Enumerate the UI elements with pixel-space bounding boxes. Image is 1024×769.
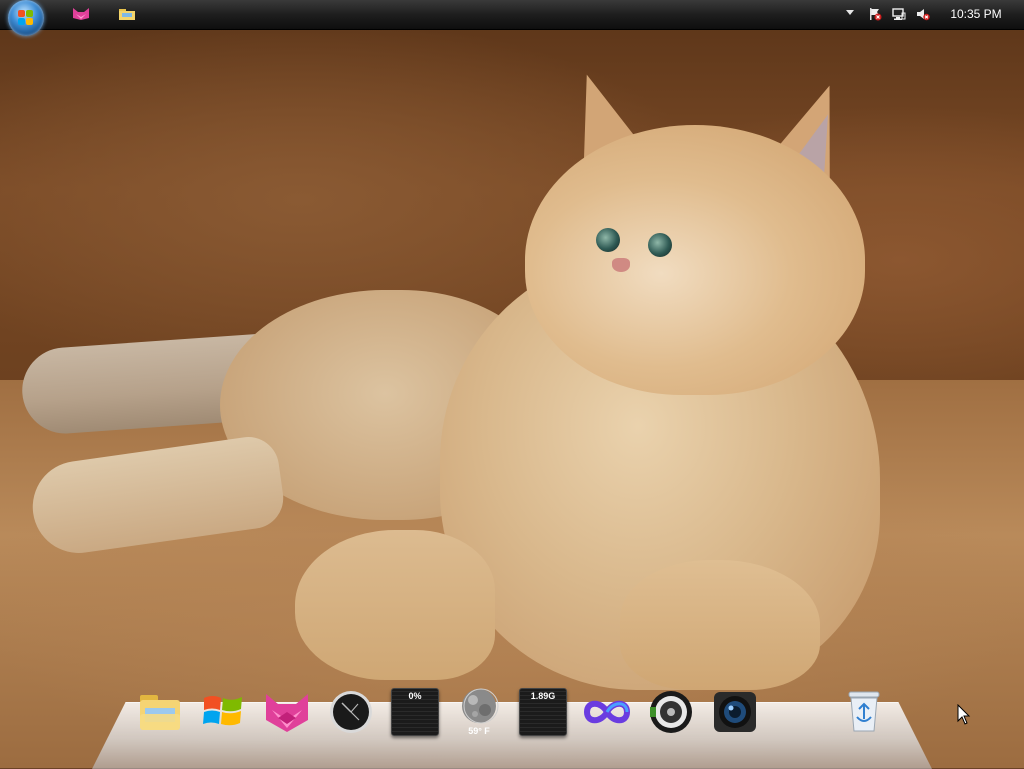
- taskbar: 10:35 PM: [0, 0, 1024, 36]
- camera-lens-icon: [714, 692, 756, 732]
- show-hidden-icons-chevron[interactable]: [846, 10, 854, 15]
- speaker-icon: [650, 691, 692, 733]
- taskbar-cat-app[interactable]: [72, 7, 90, 21]
- network-icon[interactable]: [892, 7, 906, 21]
- moon-weather-icon: [462, 688, 499, 724]
- memory-meter-label: 1.89G: [530, 691, 556, 701]
- dock-item-weather[interactable]: 59° F: [455, 688, 503, 736]
- dock-item-windows[interactable]: [199, 688, 247, 736]
- windows-logo-icon: [18, 10, 34, 26]
- cpu-meter-label: 0%: [408, 691, 422, 701]
- weather-temperature-label: 59° F: [468, 726, 490, 736]
- cat-front-paw: [295, 530, 495, 680]
- cat-nose: [612, 258, 630, 272]
- analog-clock-icon: [330, 691, 372, 733]
- folder-icon: [119, 9, 135, 20]
- cat-front-paw: [620, 560, 820, 690]
- action-center-flag-icon[interactable]: [868, 7, 882, 21]
- dock-item-camera[interactable]: [711, 688, 759, 736]
- pink-cat-icon: [266, 694, 308, 732]
- cpu-meter-icon: 0%: [391, 688, 439, 736]
- dock-item-cat-app[interactable]: [263, 688, 311, 736]
- recycle-bin-icon: [848, 691, 880, 732]
- dock-item-clock[interactable]: [327, 688, 375, 736]
- taskbar-windows-explorer[interactable]: [118, 7, 136, 21]
- cat-head: [525, 125, 865, 395]
- dock-item-cpu-meter[interactable]: 0%: [391, 688, 439, 736]
- pink-cat-icon: [73, 8, 89, 20]
- start-button[interactable]: [8, 0, 44, 36]
- volume-muted-icon[interactable]: [916, 7, 930, 21]
- dock-item-recycle-bin[interactable]: [840, 688, 888, 736]
- infinity-icon: [583, 700, 631, 724]
- memory-meter-icon: 1.89G: [519, 688, 567, 736]
- cat-eye: [596, 228, 620, 252]
- desktop-wallpaper[interactable]: [0, 0, 1024, 768]
- dock-item-folder[interactable]: [136, 688, 184, 736]
- cat-eye: [648, 233, 672, 257]
- folder-icon: [140, 695, 180, 730]
- dock-item-infinity-app[interactable]: [583, 688, 631, 736]
- mouse-cursor-icon: [957, 704, 971, 725]
- dock-item-memory-meter[interactable]: 1.89G: [519, 688, 567, 736]
- dock-item-speaker[interactable]: [647, 688, 695, 736]
- windows-flag-icon: [203, 696, 242, 726]
- tray-clock[interactable]: 10:35 PM: [946, 7, 1006, 21]
